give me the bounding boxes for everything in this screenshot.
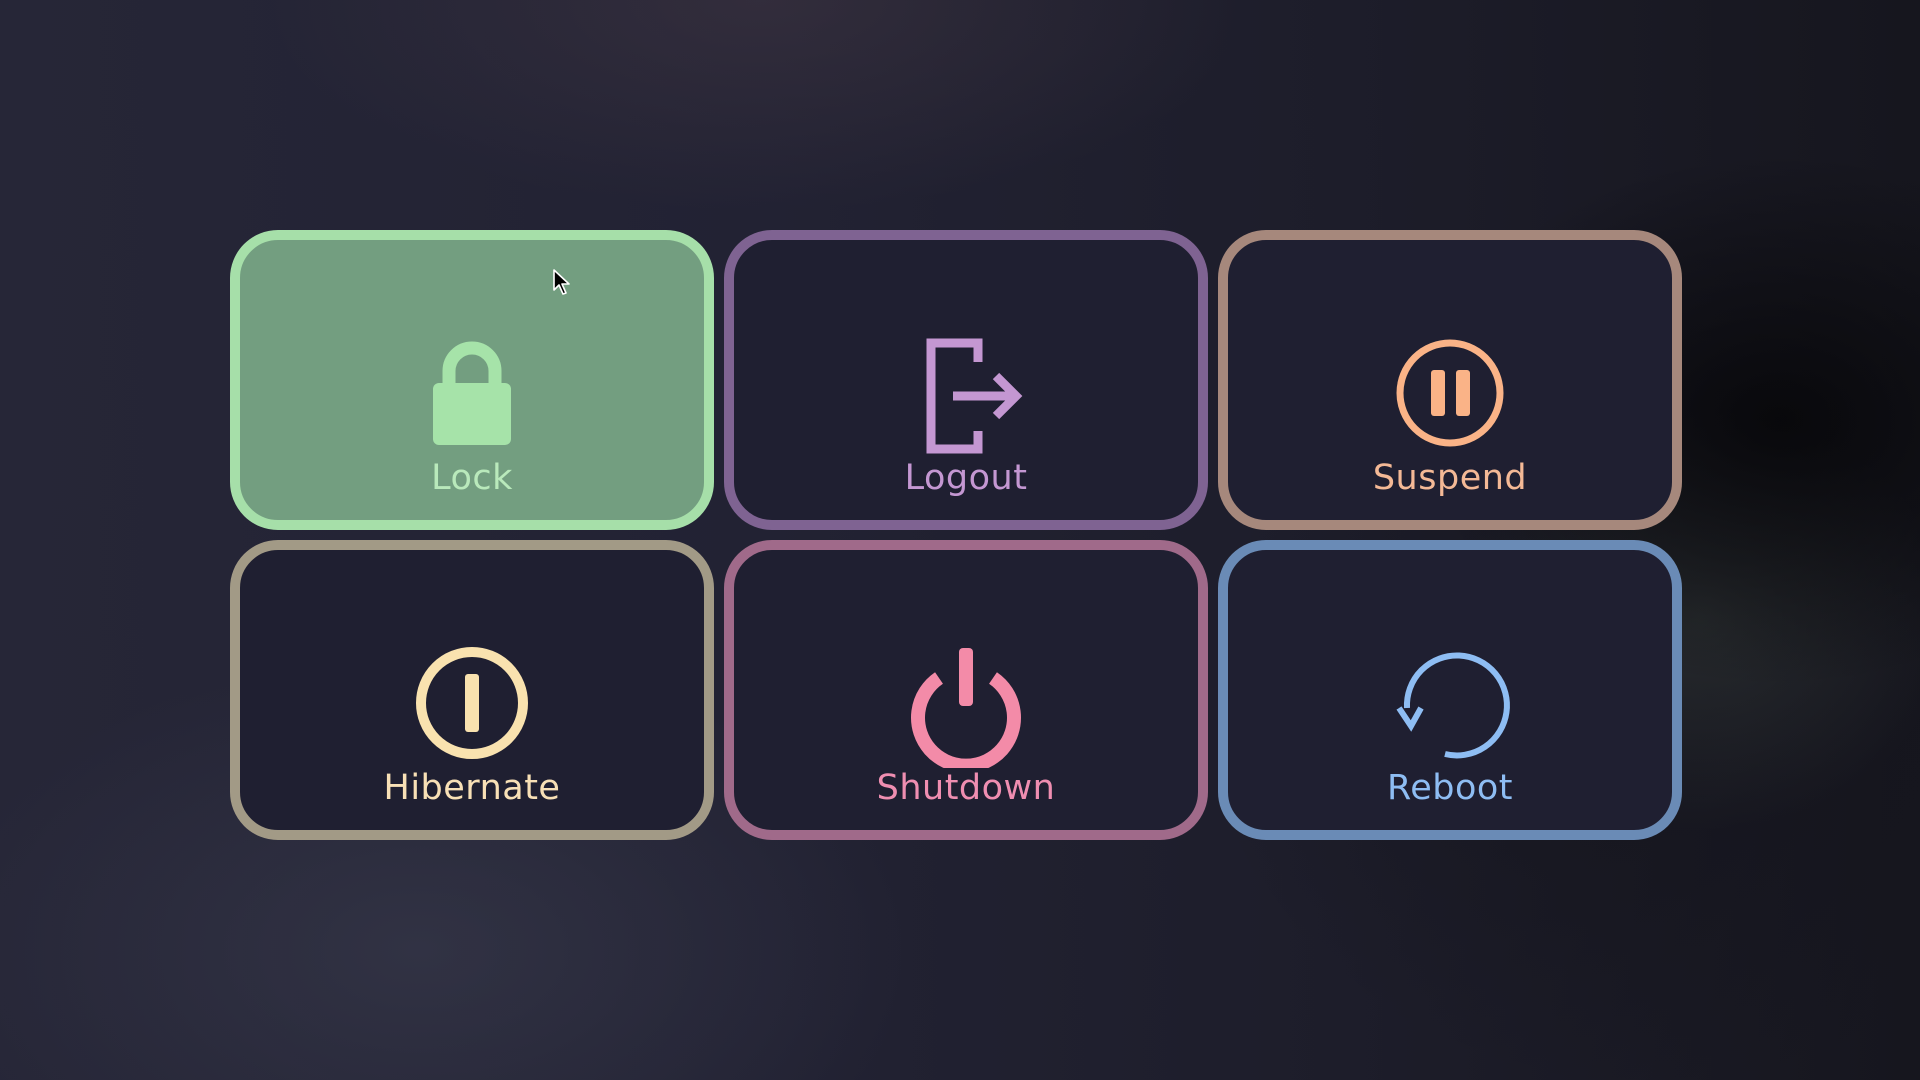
logout-label: Logout bbox=[904, 458, 1028, 498]
power-menu-grid: Lock Logout Suspend Hibernate Shutdown R… bbox=[230, 230, 1692, 850]
hibernate-icon bbox=[407, 638, 537, 768]
logout-button[interactable]: Logout bbox=[724, 230, 1208, 530]
reboot-icon bbox=[1385, 638, 1515, 768]
hibernate-button[interactable]: Hibernate bbox=[230, 540, 714, 840]
suspend-button[interactable]: Suspend bbox=[1218, 230, 1682, 530]
power-icon bbox=[901, 638, 1031, 768]
reboot-label: Reboot bbox=[1386, 768, 1514, 808]
lock-label: Lock bbox=[431, 458, 513, 498]
shutdown-label: Shutdown bbox=[876, 768, 1056, 808]
hibernate-label: Hibernate bbox=[383, 768, 561, 808]
pause-icon bbox=[1385, 328, 1515, 458]
lock-button[interactable]: Lock bbox=[230, 230, 714, 530]
reboot-button[interactable]: Reboot bbox=[1218, 540, 1682, 840]
lock-icon bbox=[407, 328, 537, 458]
mouse-cursor-icon bbox=[553, 269, 570, 295]
logout-icon bbox=[901, 328, 1031, 458]
suspend-label: Suspend bbox=[1372, 458, 1528, 498]
shutdown-button[interactable]: Shutdown bbox=[724, 540, 1208, 840]
